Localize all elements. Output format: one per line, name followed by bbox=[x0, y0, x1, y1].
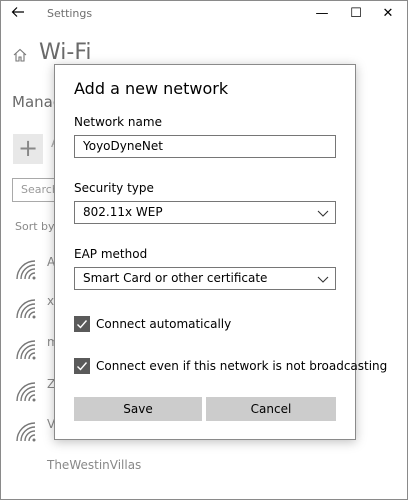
minimize-button[interactable]: — bbox=[309, 3, 335, 25]
network-name-input[interactable]: YoyoDyneNet bbox=[74, 135, 336, 158]
back-arrow-icon[interactable] bbox=[9, 5, 27, 23]
close-button[interactable]: ✕ bbox=[375, 3, 401, 25]
dialog-title: Add a new network bbox=[74, 79, 229, 98]
add-network-dialog: Add a new network Network name YoyoDyneN… bbox=[54, 64, 387, 440]
network-name-label: Network name bbox=[74, 115, 162, 129]
security-type-select[interactable]: 802.11x WEP bbox=[74, 201, 336, 224]
page-heading: Wi-Fi bbox=[39, 40, 92, 65]
network-name-last[interactable]: TheWestinVillas bbox=[47, 458, 141, 472]
chevron-down-icon bbox=[317, 210, 329, 217]
checkmark-icon bbox=[77, 320, 88, 329]
list-item[interactable]: Ve bbox=[15, 417, 62, 451]
cancel-button[interactable]: Cancel bbox=[206, 397, 336, 421]
wifi-icon bbox=[16, 260, 36, 280]
chevron-down-icon bbox=[317, 276, 329, 283]
security-type-label: Security type bbox=[74, 181, 154, 195]
eap-method-label: EAP method bbox=[74, 247, 148, 261]
wifi-icon bbox=[16, 299, 36, 319]
checkmark-icon bbox=[77, 362, 88, 371]
connect-hidden-label: Connect even if this network is not broa… bbox=[96, 359, 388, 373]
add-network-button[interactable]: + bbox=[13, 134, 43, 164]
settings-window: Settings — ☐ ✕ Wi-Fi Manag + A Search So… bbox=[0, 0, 408, 500]
list-item[interactable]: Ar bbox=[15, 255, 60, 289]
sort-label: Sort by: bbox=[15, 220, 58, 233]
eap-method-value: Smart Card or other certificate bbox=[83, 271, 268, 285]
wifi-icon bbox=[16, 422, 36, 442]
wifi-icon bbox=[16, 340, 36, 360]
window-title: Settings bbox=[47, 7, 93, 20]
list-item[interactable]: ZO bbox=[15, 377, 65, 411]
save-button[interactable]: Save bbox=[74, 397, 202, 421]
connect-automatically-label: Connect automatically bbox=[96, 317, 232, 331]
wifi-icon bbox=[16, 382, 36, 402]
checkbox-checked[interactable] bbox=[74, 358, 90, 374]
security-type-value: 802.11x WEP bbox=[83, 205, 163, 219]
title-bar: Settings — ☐ ✕ bbox=[1, 1, 407, 27]
list-item[interactable]: xf bbox=[15, 294, 59, 328]
maximize-button[interactable]: ☐ bbox=[343, 3, 369, 25]
checkbox-checked[interactable] bbox=[74, 316, 90, 332]
home-icon[interactable] bbox=[12, 47, 28, 63]
eap-method-select[interactable]: Smart Card or other certificate bbox=[74, 267, 336, 290]
list-item[interactable]: m bbox=[15, 335, 59, 369]
